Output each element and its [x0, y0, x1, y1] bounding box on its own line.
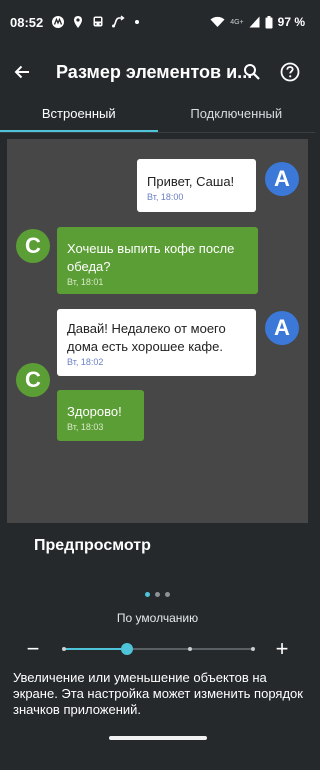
page-dot[interactable]	[165, 592, 170, 597]
message-bubble: Здорово! Вт, 18:03	[57, 390, 144, 441]
message-time: Вт, 18:00	[147, 192, 184, 202]
slider-thumb[interactable]	[121, 643, 133, 655]
message-bubble: Привет, Саша! Вт, 18:00	[137, 159, 256, 212]
tab-bar: Встроенный Подключенный	[0, 94, 315, 132]
tab-connected[interactable]: Подключенный	[158, 94, 316, 132]
route-icon	[112, 15, 125, 28]
avatar: С	[16, 363, 50, 397]
wifi-icon	[210, 16, 225, 27]
preview-label: Предпросмотр	[34, 537, 151, 554]
message-bubble: Хочешь выпить кофе после обеда? Вт, 18:0…	[57, 227, 258, 294]
message-time: Вт, 18:03	[67, 422, 104, 432]
page-title: Размер элементов и...	[56, 61, 253, 82]
location-icon	[74, 16, 83, 28]
back-button[interactable]	[0, 50, 44, 94]
app-bar: Размер элементов и...	[0, 50, 315, 94]
motorola-icon	[52, 16, 65, 28]
scale-value-label: По умолчанию	[116, 611, 199, 625]
slider-fill	[64, 648, 127, 650]
tab-built-in[interactable]: Встроенный	[0, 94, 158, 132]
notification-dot	[135, 20, 140, 24]
message-time: Вт, 18:01	[67, 277, 104, 287]
slider-tick	[251, 647, 255, 651]
page-dot[interactable]	[145, 592, 150, 597]
decrease-button[interactable]: −	[20, 636, 46, 662]
message-time: Вт, 18:02	[67, 357, 104, 367]
tabs-divider	[0, 132, 315, 133]
message-text: Здорово!	[67, 404, 122, 419]
status-bar: 08:52 4G+ 97 %	[0, 0, 315, 44]
help-icon	[280, 62, 300, 82]
battery-percent: 97 %	[277, 15, 305, 29]
help-button[interactable]	[271, 50, 309, 94]
page-indicator	[0, 592, 315, 597]
signal-icon	[249, 16, 260, 28]
clock: 08:52	[10, 14, 44, 30]
description-text: Увеличение или уменьшение объектов на эк…	[13, 670, 303, 717]
message-text: Хочешь выпить кофе после обеда?	[67, 241, 235, 274]
increase-button[interactable]: +	[269, 636, 295, 662]
search-button[interactable]	[233, 50, 271, 94]
network-type: 4G+	[230, 18, 244, 26]
avatar: А	[265, 311, 299, 345]
chat-preview: Привет, Саша! Вт, 18:00 А С Хочешь выпит…	[7, 139, 308, 523]
arrow-back-icon	[14, 65, 29, 79]
avatar: А	[265, 162, 299, 196]
page-dot[interactable]	[155, 592, 160, 597]
size-slider[interactable]	[62, 643, 255, 655]
bus-icon	[93, 16, 103, 27]
search-icon	[244, 64, 260, 80]
slider-tick	[188, 647, 192, 651]
message-text: Привет, Саша!	[147, 174, 235, 189]
home-indicator[interactable]	[109, 736, 207, 740]
battery-icon	[265, 15, 273, 28]
slider-tick	[62, 647, 66, 651]
message-text: Давай! Недалеко от моего дома есть хорош…	[67, 321, 226, 354]
message-bubble: Давай! Недалеко от моего дома есть хорош…	[57, 309, 256, 376]
size-slider-row: − +	[0, 636, 315, 662]
avatar: С	[16, 229, 50, 263]
